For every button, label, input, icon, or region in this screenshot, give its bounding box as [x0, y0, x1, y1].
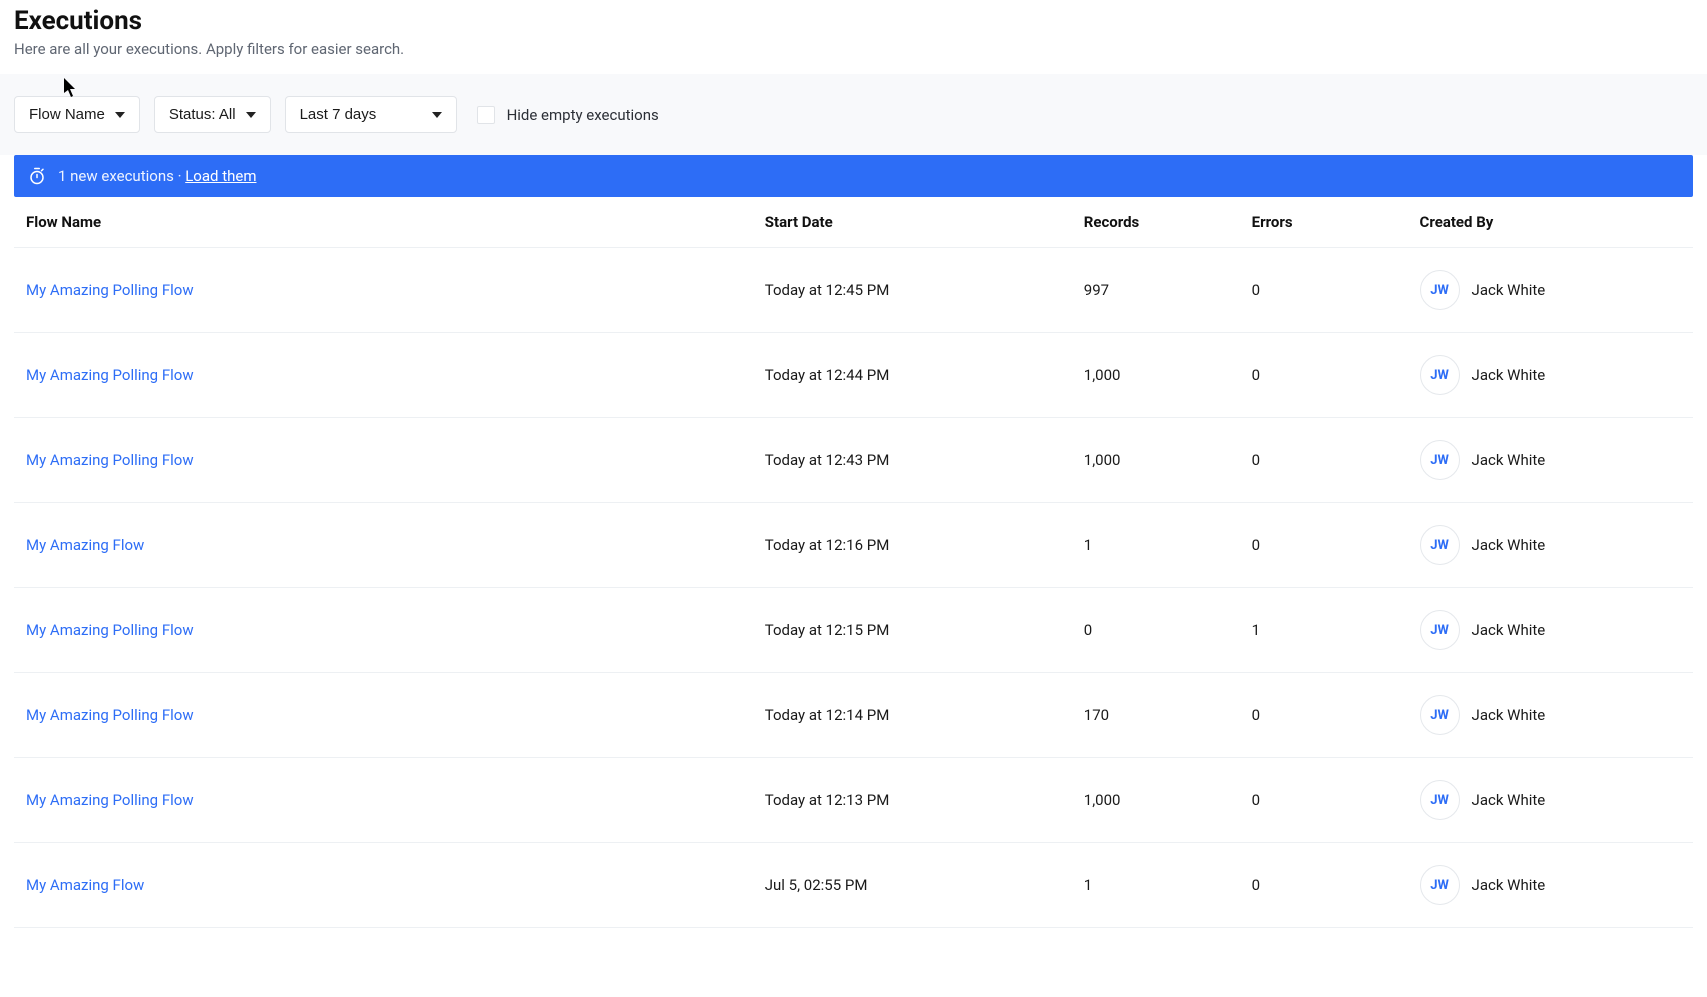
banner-text: 1 new executions — [58, 167, 174, 185]
caret-down-icon — [246, 112, 256, 118]
start-date-cell: Today at 12:13 PM — [753, 758, 1072, 843]
banner-separator: · — [174, 167, 185, 185]
new-executions-banner: 1 new executions · Load them — [14, 155, 1693, 197]
records-cell: 1,000 — [1072, 418, 1240, 503]
avatar: JW — [1420, 440, 1460, 480]
hide-empty-checkbox[interactable] — [477, 106, 495, 124]
column-flow-name: Flow Name — [14, 197, 753, 248]
errors-cell: 0 — [1240, 843, 1408, 928]
flow-link[interactable]: My Amazing Flow — [26, 876, 144, 894]
start-date-cell: Today at 12:43 PM — [753, 418, 1072, 503]
records-cell: 997 — [1072, 248, 1240, 333]
table-row: My Amazing Flow Jul 5, 02:55 PM10 JW Jack W… — [14, 843, 1693, 928]
table-row: My Amazing Flow Today at 12:16 PM10 JW Jack… — [14, 503, 1693, 588]
avatar: JW — [1420, 780, 1460, 820]
start-date-cell: Today at 12:45 PM — [753, 248, 1072, 333]
flow-link[interactable]: My Amazing Polling Flow — [26, 706, 194, 724]
column-start-date: Start Date — [753, 197, 1072, 248]
errors-cell: 0 — [1240, 673, 1408, 758]
creator-name: Jack White — [1472, 706, 1546, 724]
flow-link[interactable]: My Amazing Polling Flow — [26, 621, 194, 639]
avatar: JW — [1420, 270, 1460, 310]
table-row: My Amazing Polling Flow Today at 12:45 PM… — [14, 248, 1693, 333]
start-date-cell: Today at 12:15 PM — [753, 588, 1072, 673]
status-filter-label: Status: All — [169, 106, 236, 123]
avatar: JW — [1420, 525, 1460, 565]
table-row: My Amazing Polling Flow Today at 12:14 PM… — [14, 673, 1693, 758]
hide-empty-label: Hide empty executions — [507, 106, 659, 124]
avatar: JW — [1420, 610, 1460, 650]
caret-down-icon — [115, 112, 125, 118]
errors-cell: 0 — [1240, 758, 1408, 843]
records-cell: 1,000 — [1072, 333, 1240, 418]
column-created-by: Created By — [1408, 197, 1693, 248]
creator-name: Jack White — [1472, 621, 1546, 639]
load-them-link[interactable]: Load them — [185, 167, 256, 185]
records-cell: 1 — [1072, 843, 1240, 928]
flow-link[interactable]: My Amazing Flow — [26, 536, 144, 554]
creator-name: Jack White — [1472, 536, 1546, 554]
date-range-filter-label: Last 7 days — [300, 106, 377, 123]
flow-name-filter[interactable]: Flow Name — [14, 96, 140, 133]
records-cell: 170 — [1072, 673, 1240, 758]
records-cell: 1 — [1072, 503, 1240, 588]
errors-cell: 1 — [1240, 588, 1408, 673]
creator-name: Jack White — [1472, 791, 1546, 809]
start-date-cell: Today at 12:16 PM — [753, 503, 1072, 588]
page-subtitle: Here are all your executions. Apply filt… — [14, 40, 1693, 58]
errors-cell: 0 — [1240, 418, 1408, 503]
filter-bar: Flow Name Status: All Last 7 days Hide e… — [0, 74, 1707, 155]
table-header-row: Flow Name Start Date Records Errors Crea… — [14, 197, 1693, 248]
records-cell: 0 — [1072, 588, 1240, 673]
status-filter[interactable]: Status: All — [154, 96, 271, 133]
avatar: JW — [1420, 695, 1460, 735]
flow-link[interactable]: My Amazing Polling Flow — [26, 451, 194, 469]
table-row: My Amazing Polling Flow Today at 12:15 PM… — [14, 588, 1693, 673]
errors-cell: 0 — [1240, 248, 1408, 333]
creator-name: Jack White — [1472, 281, 1546, 299]
column-errors: Errors — [1240, 197, 1408, 248]
avatar: JW — [1420, 355, 1460, 395]
caret-down-icon — [432, 112, 442, 118]
start-date-cell: Today at 12:14 PM — [753, 673, 1072, 758]
records-cell: 1,000 — [1072, 758, 1240, 843]
flow-link[interactable]: My Amazing Polling Flow — [26, 281, 194, 299]
creator-name: Jack White — [1472, 451, 1546, 469]
creator-name: Jack White — [1472, 876, 1546, 894]
start-date-cell: Today at 12:44 PM — [753, 333, 1072, 418]
table-row: My Amazing Polling Flow Today at 12:13 PM… — [14, 758, 1693, 843]
flow-link[interactable]: My Amazing Polling Flow — [26, 366, 194, 384]
table-row: My Amazing Polling Flow Today at 12:43 PM… — [14, 418, 1693, 503]
page-title: Executions — [14, 6, 1693, 36]
column-records: Records — [1072, 197, 1240, 248]
flow-link[interactable]: My Amazing Polling Flow — [26, 791, 194, 809]
date-range-filter[interactable]: Last 7 days — [285, 96, 457, 133]
executions-table: Flow Name Start Date Records Errors Crea… — [14, 197, 1693, 928]
errors-cell: 0 — [1240, 333, 1408, 418]
table-row: My Amazing Polling Flow Today at 12:44 PM… — [14, 333, 1693, 418]
start-date-cell: Jul 5, 02:55 PM — [753, 843, 1072, 928]
stopwatch-icon — [28, 167, 46, 185]
avatar: JW — [1420, 865, 1460, 905]
flow-name-filter-label: Flow Name — [29, 106, 105, 123]
errors-cell: 0 — [1240, 503, 1408, 588]
creator-name: Jack White — [1472, 366, 1546, 384]
